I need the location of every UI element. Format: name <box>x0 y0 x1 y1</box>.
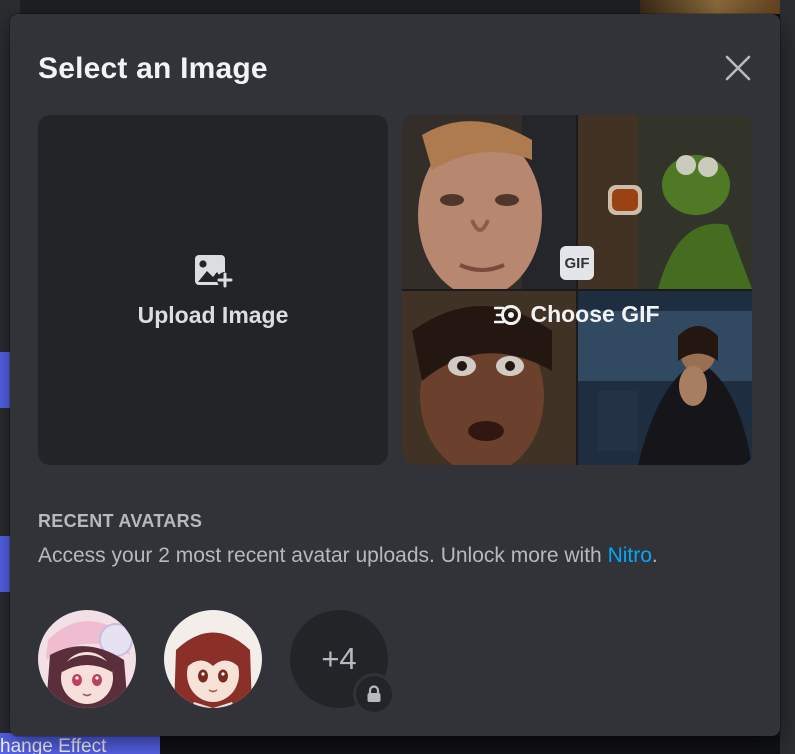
select-image-modal: Select an Image Upload Image GIF Choose … <box>10 14 780 736</box>
image-plus-icon <box>195 254 233 288</box>
background-chip <box>0 352 10 408</box>
close-button[interactable] <box>720 50 756 86</box>
recent-avatar-1[interactable] <box>38 610 136 708</box>
recent-avatar-2[interactable] <box>164 610 262 708</box>
background-right-panel <box>780 0 795 754</box>
lock-icon <box>367 685 381 702</box>
more-avatars-count: +4 <box>321 641 357 676</box>
recent-avatars-description: Access your 2 most recent avatar uploads… <box>38 544 658 568</box>
upload-image-label: Upload Image <box>137 301 289 328</box>
background-chip <box>0 536 10 592</box>
gif-dim-overlay <box>402 115 752 465</box>
description-text: Access your 2 most recent avatar uploads… <box>38 544 608 567</box>
lock-badge <box>353 673 395 715</box>
nitro-link[interactable]: Nitro <box>608 544 652 567</box>
choose-gif-overlay: Choose GIF <box>402 301 752 328</box>
upload-image-option[interactable]: Upload Image <box>38 115 388 465</box>
gif-picker-icon <box>494 304 522 325</box>
modal-title: Select an Image <box>38 52 268 85</box>
close-icon <box>725 55 751 81</box>
description-end: . <box>651 544 658 567</box>
choose-gif-label: Choose GIF <box>530 301 660 327</box>
gif-badge: GIF <box>560 246 594 280</box>
background-change-effect-button: hange Effect <box>0 733 160 754</box>
background-banner <box>640 0 795 14</box>
recent-avatars-heading: RECENT AVATARS <box>38 511 203 531</box>
choose-gif-option[interactable]: GIF Choose GIF <box>402 115 752 465</box>
